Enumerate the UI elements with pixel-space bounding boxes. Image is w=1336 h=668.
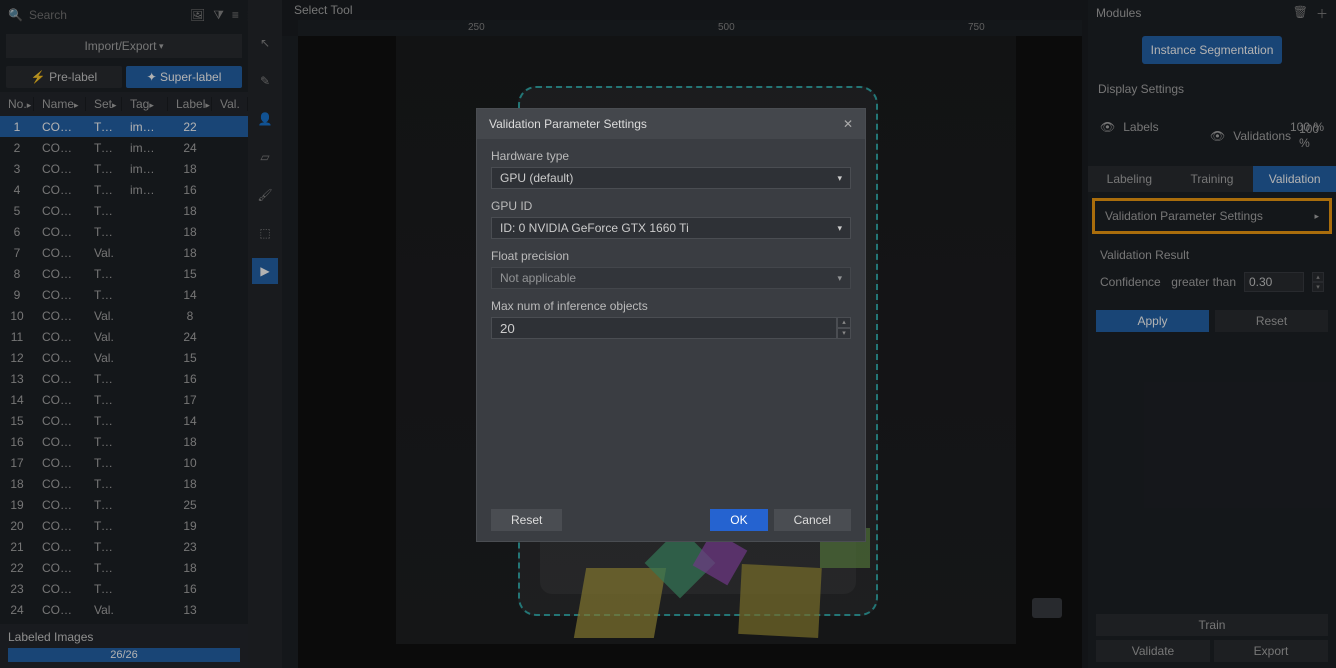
spin-down-icon[interactable]: ▾ <box>837 328 851 339</box>
gpu-id-label: GPU ID <box>491 199 851 213</box>
float-precision-label: Float precision <box>491 249 851 263</box>
chevron-down-icon: ▾ <box>837 173 842 184</box>
gpu-id-select[interactable]: ID: 0 NVIDIA GeForce GTX 1660 Ti▾ <box>491 217 851 239</box>
spin-up-icon[interactable]: ▴ <box>837 317 851 328</box>
modal-cancel-button[interactable]: Cancel <box>774 509 851 531</box>
modal-reset-button[interactable]: Reset <box>491 509 562 531</box>
validation-settings-modal: Validation Parameter Settings ✕ Hardware… <box>476 108 866 542</box>
hardware-type-label: Hardware type <box>491 149 851 163</box>
modal-ok-button[interactable]: OK <box>710 509 767 531</box>
max-objects-input[interactable] <box>491 317 837 339</box>
modal-title-text: Validation Parameter Settings <box>489 117 647 131</box>
hardware-type-select[interactable]: GPU (default)▾ <box>491 167 851 189</box>
close-icon[interactable]: ✕ <box>843 117 853 131</box>
float-precision-select: Not applicable▾ <box>491 267 851 289</box>
max-objects-label: Max num of inference objects <box>491 299 851 313</box>
chevron-down-icon: ▾ <box>837 223 842 234</box>
chevron-down-icon: ▾ <box>837 273 842 284</box>
